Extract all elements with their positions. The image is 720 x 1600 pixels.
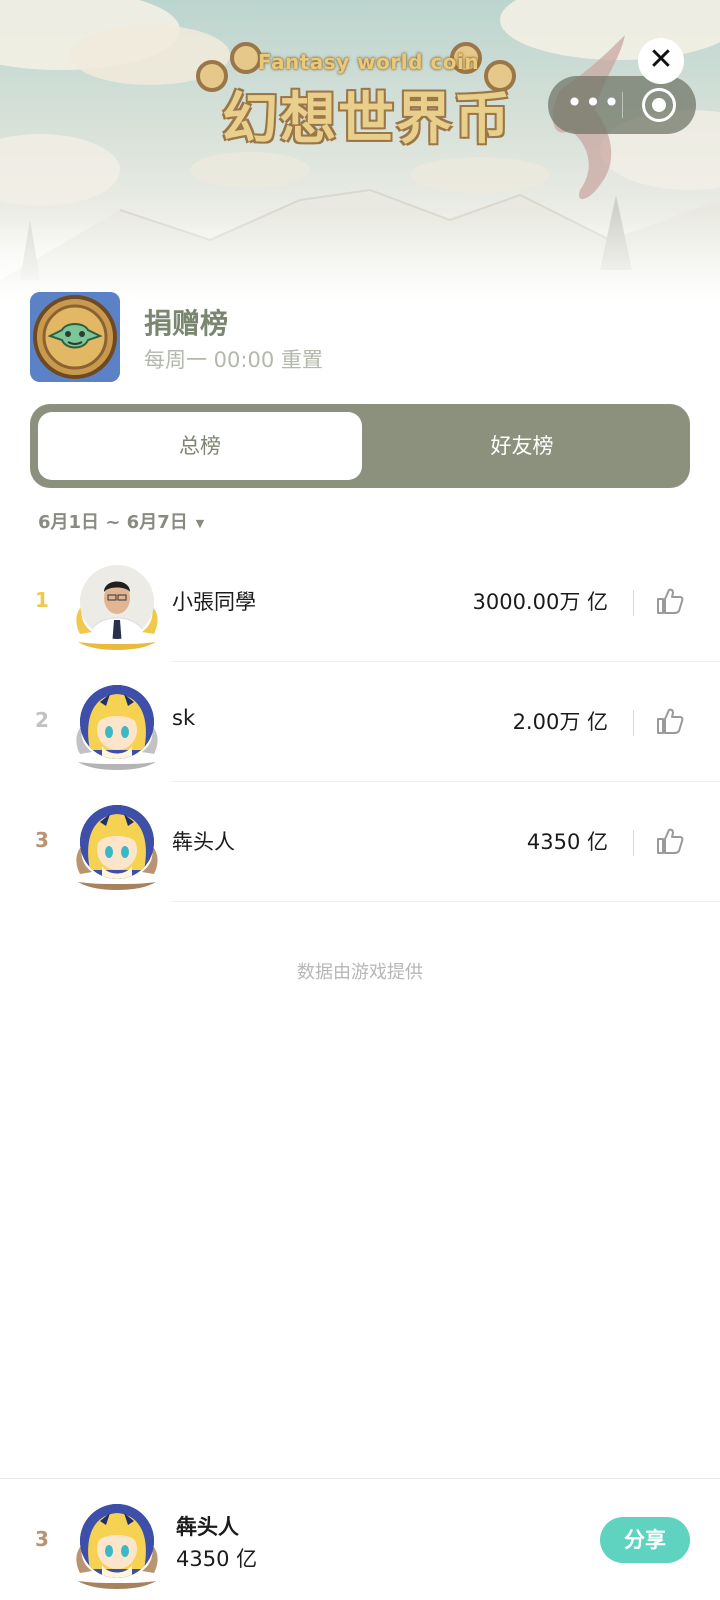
row-divider (172, 901, 720, 902)
player-name: 犇头人 (172, 830, 235, 854)
avatar (76, 1504, 158, 1589)
player-score: 4350 亿 (526, 830, 608, 854)
rank-number: 2 (35, 708, 49, 732)
avatar (76, 805, 158, 890)
game-icon (30, 292, 120, 382)
banner: Fantasy world coin 幻想世界币 (0, 0, 720, 300)
tab-friends[interactable]: 好友榜 (360, 412, 684, 480)
thumbs-up-icon[interactable] (655, 586, 685, 616)
my-rank-bar: 3 犇头人 4350 亿 分享 (0, 1478, 720, 1600)
rank-number: 1 (35, 588, 49, 612)
table-row[interactable]: 3 犇头人 4350 亿 (0, 782, 720, 902)
board-reset-info: 每周一 00:00 重置 (144, 348, 323, 372)
logo-subtitle: Fantasy world coin (258, 50, 480, 74)
like-separator (633, 590, 634, 616)
more-dots-icon[interactable]: ••• (566, 88, 622, 122)
my-name: 犇头人 (176, 1515, 239, 1539)
goblin-coin-icon (30, 292, 120, 382)
my-rank-number: 3 (35, 1527, 49, 1551)
thumbs-up-icon[interactable] (655, 706, 685, 736)
tab-overall[interactable]: 总榜 (38, 412, 362, 480)
player-name: 小張同學 (172, 590, 256, 614)
like-separator (633, 830, 634, 856)
like-separator (633, 710, 634, 736)
player-score: 3000.00万 亿 (472, 590, 608, 614)
data-source-footnote: 数据由游戏提供 (297, 962, 423, 983)
mini-program-capsule: ••• (548, 76, 696, 134)
my-score: 4350 亿 (176, 1547, 258, 1571)
thumbs-up-icon[interactable] (655, 826, 685, 856)
caret-down-icon: ▼ (195, 516, 205, 530)
board-title: 捐赠榜 (144, 307, 229, 340)
banner-fade (0, 210, 720, 300)
table-row[interactable]: 1 小張同學 3000.00万 亿 (0, 542, 720, 662)
leaderboard-tabs: 总榜 好友榜 (30, 404, 690, 488)
table-row[interactable]: 2 sk 2.00万 亿 (0, 662, 720, 782)
player-name: sk (172, 706, 196, 730)
capsule-separator (622, 92, 623, 118)
share-button[interactable]: 分享 (600, 1517, 690, 1563)
rank-number: 3 (35, 828, 49, 852)
close-button[interactable]: ✕ (638, 38, 684, 84)
logo-title: 幻想世界币 (222, 87, 512, 152)
date-range-label: 6月1日 ~ 6月7日 (38, 512, 188, 533)
target-circle-icon[interactable] (642, 88, 676, 122)
date-range-selector[interactable]: 6月1日 ~ 6月7日 ▼ (38, 508, 204, 534)
avatar (76, 565, 158, 650)
avatar (76, 685, 158, 770)
player-score: 2.00万 亿 (512, 710, 608, 734)
game-logo: Fantasy world coin 幻想世界币 (192, 36, 532, 152)
